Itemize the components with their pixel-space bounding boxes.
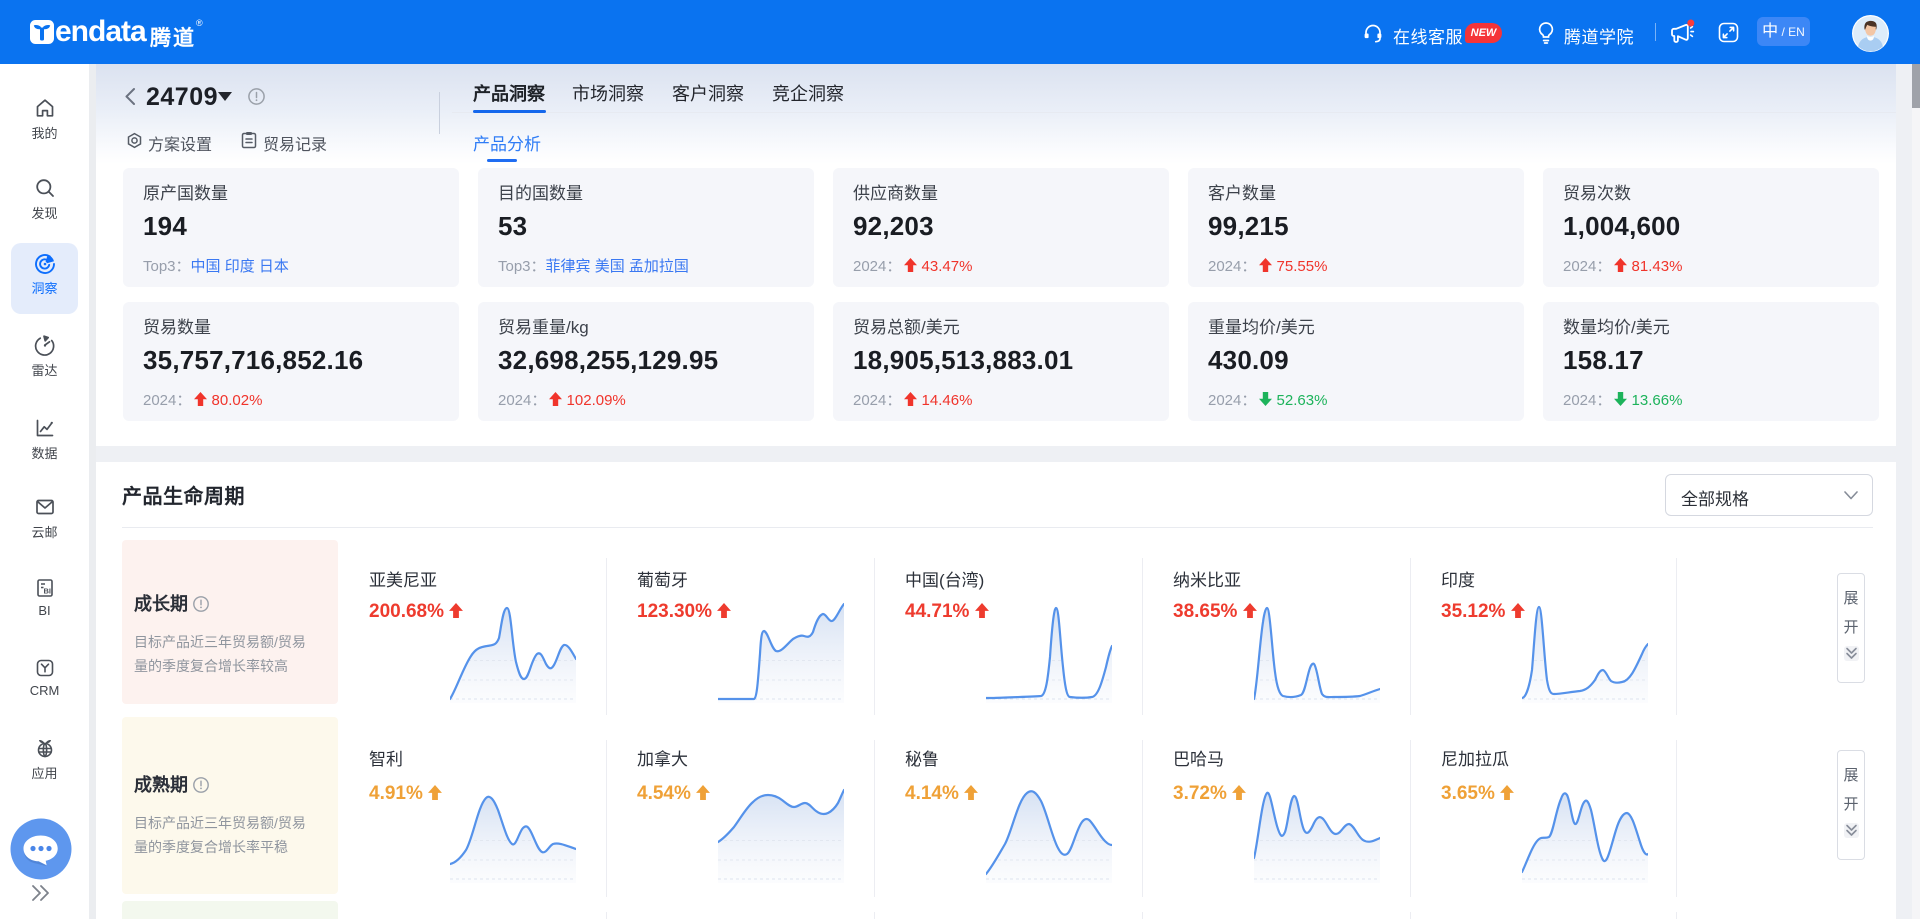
svg-text:BI: BI xyxy=(43,587,51,596)
